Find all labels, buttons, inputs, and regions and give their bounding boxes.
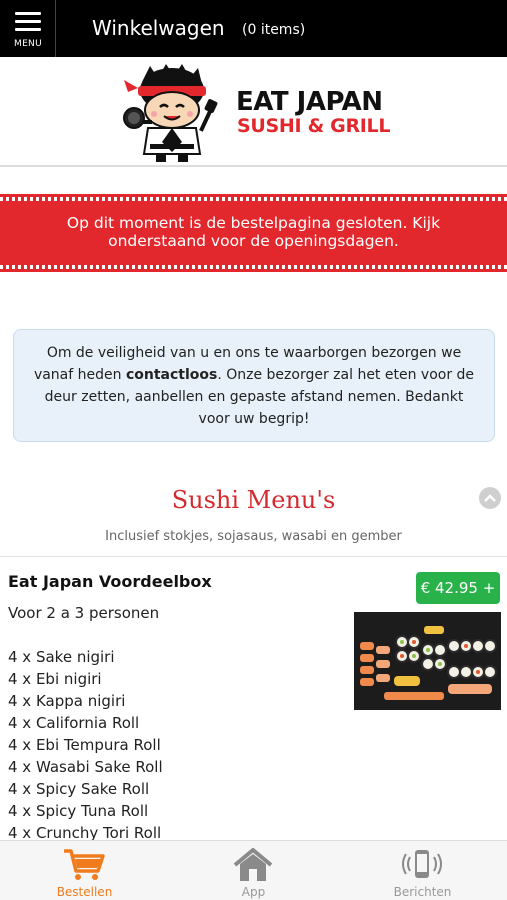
nav-label-bestellen: Bestellen — [56, 885, 113, 899]
menu-label: MENU — [14, 39, 42, 49]
product-description: Voor 2 a 3 personen — [8, 604, 160, 622]
list-item: 4 x Ebi nigiri — [8, 670, 102, 688]
list-item: 4 x California Roll — [8, 714, 140, 732]
bottom-nav: Bestellen App Berichten — [0, 840, 507, 900]
info-text-bold: contactloos — [125, 367, 218, 383]
brand-name: EAT JAPAN — [236, 87, 383, 117]
add-to-cart-price-button[interactable]: € 42.95 + — [416, 572, 500, 604]
header: EAT JAPAN SUSHI & GRILL — [0, 57, 507, 167]
closed-notice-banner: Op dit moment is de bestelpagina geslote… — [0, 194, 507, 272]
nav-item-app[interactable]: App — [169, 841, 338, 900]
list-item: 4 x Wasabi Sake Roll — [8, 758, 163, 776]
section-title: Sushi Menu's — [171, 486, 336, 514]
chef-mascot-logo — [123, 64, 218, 162]
product-items-list: 4 x Sake nigiri 4 x Ebi nigiri 4 x Kappa… — [8, 646, 163, 844]
closed-notice-line1: Op dit moment is de bestelpagina geslote… — [66, 214, 441, 232]
product-name[interactable]: Eat Japan Voordeelbox — [8, 572, 212, 591]
nav-label-app: App — [241, 885, 266, 899]
menu-button[interactable]: MENU — [0, 0, 56, 57]
list-item: 4 x Ebi Tempura Roll — [8, 736, 161, 754]
list-item: 4 x Sake nigiri — [8, 648, 115, 666]
cart-title[interactable]: Winkelwagen — [92, 16, 225, 40]
list-item: 4 x Spicy Sake Roll — [8, 780, 150, 798]
divider — [0, 556, 507, 557]
section-subtitle: Inclusief stokjes, sojasaus, wasabi en g… — [105, 529, 402, 544]
nav-label-berichten: Berichten — [393, 885, 452, 899]
nav-item-berichten[interactable]: Berichten — [338, 841, 507, 900]
contactless-info-box: Om de veiligheid van u en ons te waarbor… — [13, 329, 495, 442]
chevron-up-icon[interactable] — [479, 487, 501, 509]
phone-icon — [402, 850, 442, 878]
nav-item-bestellen[interactable]: Bestellen — [0, 841, 169, 900]
closed-notice-line2: onderstaand voor de openingsdagen. — [108, 232, 399, 250]
brand-tagline: SUSHI & GRILL — [237, 115, 391, 137]
top-bar: MENU Winkelwagen (0 items) — [0, 0, 507, 57]
hamburger-icon — [15, 12, 41, 36]
product-image[interactable] — [354, 612, 501, 710]
cart-count[interactable]: (0 items) — [242, 22, 305, 38]
list-item: 4 x Spicy Tuna Roll — [8, 802, 149, 820]
list-item: 4 x Kappa nigiri — [8, 692, 126, 710]
cart-icon — [64, 849, 105, 880]
home-icon — [233, 848, 273, 881]
